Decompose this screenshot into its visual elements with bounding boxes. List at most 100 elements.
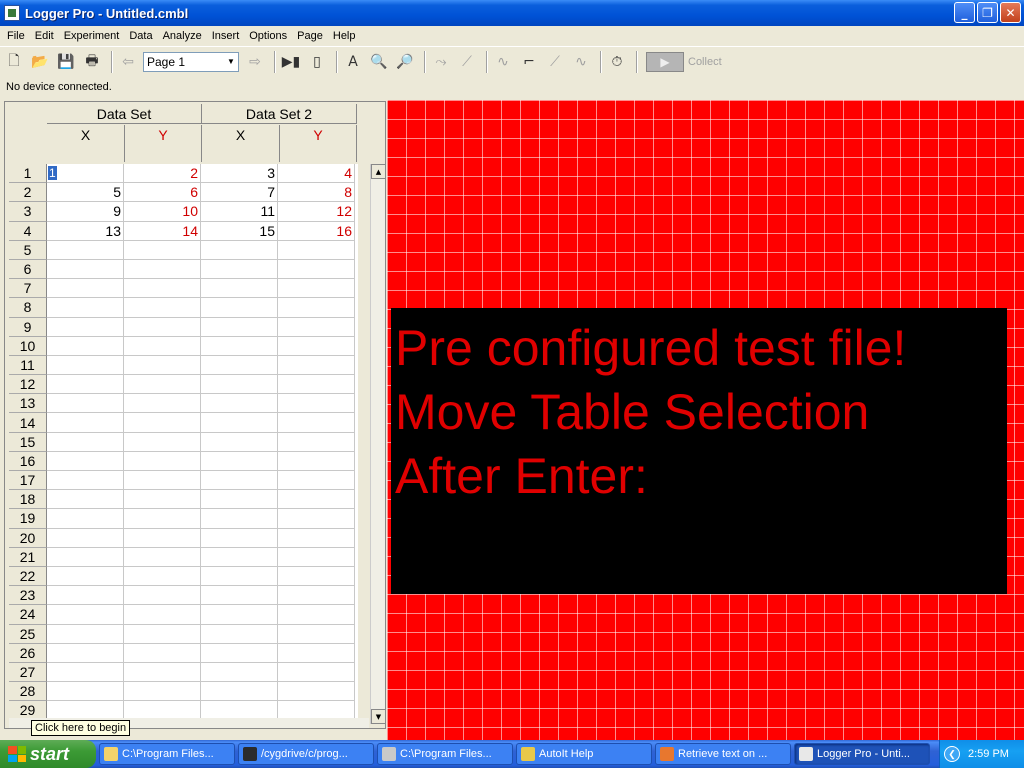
table-cell[interactable]: [278, 643, 355, 663]
table-cell[interactable]: [201, 279, 278, 299]
table-cell[interactable]: [278, 298, 355, 318]
table-cell[interactable]: [47, 298, 124, 318]
row-number[interactable]: 11: [9, 355, 47, 376]
menu-experiment[interactable]: Experiment: [59, 30, 125, 42]
menu-page[interactable]: Page: [292, 30, 328, 42]
row-number[interactable]: 24: [9, 605, 47, 625]
clock[interactable]: 2:59 PM: [968, 748, 1009, 760]
table-cell[interactable]: [124, 413, 201, 433]
table-cell[interactable]: [201, 355, 278, 376]
table-cell[interactable]: [201, 471, 278, 491]
table-cell[interactable]: [124, 643, 201, 663]
minimize-button[interactable]: _: [954, 2, 975, 23]
column-header-y[interactable]: Y: [280, 125, 357, 162]
table-cell[interactable]: [201, 432, 278, 452]
table-cell[interactable]: [47, 336, 124, 356]
close-button[interactable]: ✕: [1000, 2, 1021, 23]
row-number[interactable]: 21: [9, 547, 47, 567]
table-cell[interactable]: [124, 509, 201, 529]
row-number[interactable]: 15: [9, 432, 47, 452]
table-cell[interactable]: [278, 490, 355, 510]
print-icon[interactable]: 🖶: [81, 51, 103, 73]
menu-options[interactable]: Options: [244, 30, 292, 42]
start-button[interactable]: start: [0, 740, 96, 768]
table-cell[interactable]: [278, 624, 355, 644]
table-cell[interactable]: [47, 413, 124, 433]
taskbar-button[interactable]: AutoIt Help: [516, 743, 652, 765]
table-cell[interactable]: [201, 413, 278, 433]
row-number[interactable]: 12: [9, 375, 47, 395]
table-cell[interactable]: [124, 432, 201, 452]
row-number[interactable]: 3: [9, 202, 47, 222]
table-cell[interactable]: 9: [47, 202, 124, 222]
data-browser-icon[interactable]: ▶▮: [280, 51, 302, 73]
table-cell[interactable]: 15: [201, 221, 278, 241]
lab-setup-icon[interactable]: ▯: [306, 51, 328, 73]
table-cell[interactable]: [278, 336, 355, 356]
table-cell[interactable]: [47, 605, 124, 625]
table-cell[interactable]: [124, 336, 201, 356]
table-cell[interactable]: [201, 624, 278, 644]
zoom-in-icon[interactable]: 🔍: [368, 51, 390, 73]
table-cell[interactable]: [278, 682, 355, 702]
table-cell[interactable]: [47, 451, 124, 471]
table-cell[interactable]: [124, 317, 201, 337]
row-number[interactable]: 22: [9, 566, 47, 587]
table-cell[interactable]: [47, 317, 124, 337]
new-file-icon[interactable]: 🗋: [3, 51, 25, 73]
table-cell[interactable]: [278, 605, 355, 625]
table-cell[interactable]: [124, 490, 201, 510]
row-number[interactable]: 7: [9, 279, 47, 299]
examine-icon[interactable]: ⤳: [430, 51, 452, 73]
table-cell[interactable]: [201, 490, 278, 510]
table-cell[interactable]: [278, 451, 355, 471]
table-cell[interactable]: [201, 298, 278, 318]
data-set-2-header[interactable]: Data Set 2: [202, 104, 357, 124]
taskbar-button[interactable]: Logger Pro - Unti...: [794, 743, 930, 765]
page-canvas[interactable]: Pre configured test file! Move Table Sel…: [387, 100, 1024, 740]
menu-insert[interactable]: Insert: [207, 30, 245, 42]
next-page-icon[interactable]: ⇨: [244, 51, 266, 73]
table-cell[interactable]: [47, 547, 124, 567]
table-cell[interactable]: [47, 586, 124, 606]
linear-fit-icon[interactable]: ⟋: [544, 51, 566, 73]
save-icon[interactable]: 💾: [55, 51, 77, 73]
menu-file[interactable]: File: [2, 30, 30, 42]
table-cell[interactable]: [201, 662, 278, 683]
table-cell[interactable]: [47, 509, 124, 529]
prev-page-icon[interactable]: ⇦: [117, 51, 139, 73]
table-cell[interactable]: [278, 547, 355, 567]
table-cell[interactable]: [201, 451, 278, 471]
table-cell[interactable]: 6: [124, 183, 201, 203]
table-cell[interactable]: [201, 547, 278, 567]
row-number[interactable]: 25: [9, 624, 47, 644]
row-number[interactable]: 8: [9, 298, 47, 318]
row-number[interactable]: 13: [9, 394, 47, 414]
curve-fit-icon[interactable]: ∿: [570, 51, 592, 73]
autoscale-icon[interactable]: A: [342, 51, 364, 73]
taskbar-button[interactable]: /cygdrive/c/prog...: [238, 743, 374, 765]
table-cell[interactable]: [47, 432, 124, 452]
text-annotation[interactable]: Pre configured test file! Move Table Sel…: [391, 308, 1007, 594]
table-cell[interactable]: [201, 643, 278, 663]
table-cell[interactable]: [47, 240, 124, 260]
table-cell[interactable]: [278, 432, 355, 452]
table-cell[interactable]: [47, 643, 124, 663]
row-number[interactable]: 17: [9, 471, 47, 491]
table-cell[interactable]: [201, 259, 278, 280]
table-cell[interactable]: [124, 586, 201, 606]
table-cell[interactable]: [201, 375, 278, 395]
table-cell[interactable]: [124, 451, 201, 471]
table-cell[interactable]: [47, 566, 124, 587]
table-cell[interactable]: [124, 298, 201, 318]
taskbar-button[interactable]: Retrieve text on ...: [655, 743, 791, 765]
table-cell[interactable]: [47, 279, 124, 299]
table-cell[interactable]: [278, 413, 355, 433]
table-cell[interactable]: [47, 624, 124, 644]
statistics-icon[interactable]: ∿: [492, 51, 514, 73]
table-cell[interactable]: [278, 586, 355, 606]
collect-icon[interactable]: ▶: [646, 51, 684, 72]
table-cell[interactable]: [47, 259, 124, 280]
row-number[interactable]: 20: [9, 528, 47, 548]
table-cell[interactable]: [201, 509, 278, 529]
